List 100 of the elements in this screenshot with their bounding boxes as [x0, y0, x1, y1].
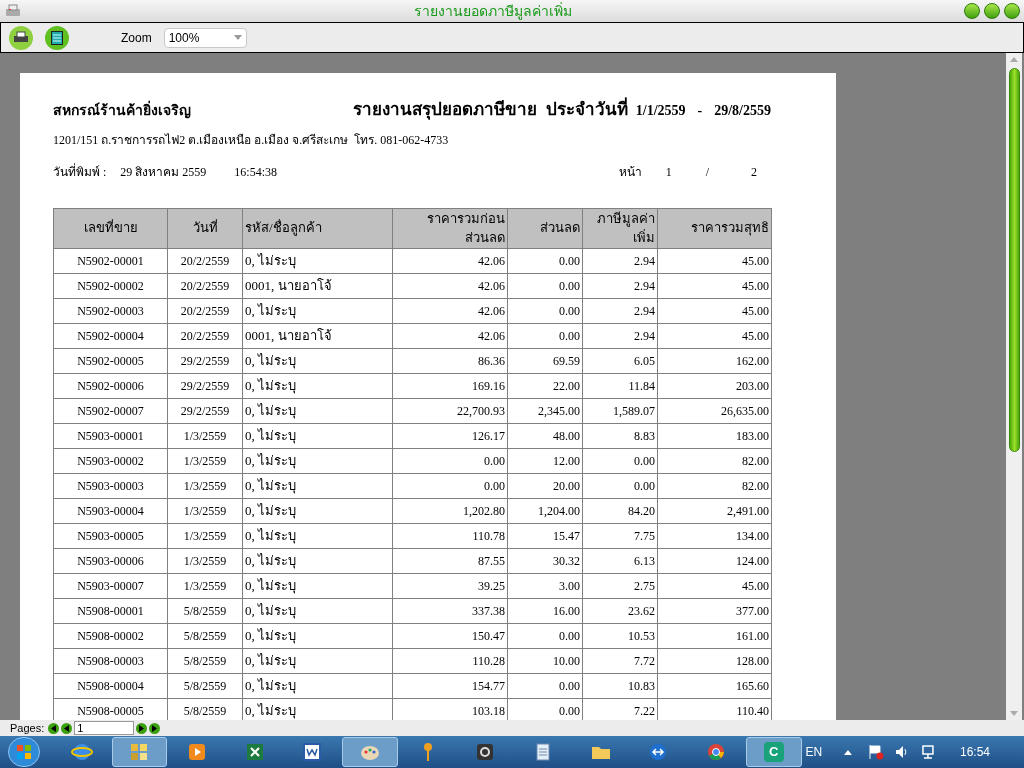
table-cell: 8.83	[582, 423, 658, 448]
table-cell: 337.38	[392, 598, 508, 623]
table-cell: 165.60	[657, 673, 772, 698]
scrollbar[interactable]	[1006, 53, 1022, 720]
table-cell: 69.59	[507, 348, 583, 373]
window-control-button[interactable]	[964, 3, 980, 19]
scroll-up-icon	[1010, 57, 1018, 62]
table-cell: N5903-00004	[53, 498, 168, 523]
up-arrow-icon[interactable]	[844, 749, 853, 755]
table-cell: 1/3/2559	[167, 523, 243, 548]
print-date-label: วันที่พิมพ์ :	[53, 162, 107, 181]
start-button[interactable]	[8, 737, 40, 767]
table-cell: 2.94	[582, 248, 658, 273]
app-icon: C	[763, 742, 784, 762]
table-cell: 0001, นายอาโจ้	[242, 273, 393, 298]
table-cell: 48.00	[507, 423, 583, 448]
table-cell: 20/2/2559	[167, 323, 243, 348]
table-cell: 0.00	[507, 248, 583, 273]
table-cell: 0, ไม่ระบุ	[242, 398, 393, 423]
table-cell: 377.00	[657, 598, 772, 623]
taskbar-app-button[interactable]: C	[745, 737, 802, 767]
table-cell: 26,635.00	[657, 398, 772, 423]
table-cell: 124.00	[657, 548, 772, 573]
page-label: หน้า	[618, 163, 642, 181]
last-page-button[interactable]	[149, 722, 161, 734]
language-indicator[interactable]: EN	[805, 743, 823, 761]
table-cell: 110.78	[392, 523, 508, 548]
network-icon[interactable]	[920, 744, 936, 760]
table-cell: 84.20	[582, 498, 658, 523]
table-cell: 134.00	[657, 523, 772, 548]
print-time: 16:54:38	[234, 163, 277, 181]
printer-icon	[13, 30, 29, 45]
clock[interactable]: 16:54	[959, 743, 990, 761]
table-cell: 1,589.07	[582, 398, 658, 423]
table-cell: 0.00	[507, 298, 583, 323]
table-cell: 10.53	[582, 623, 658, 648]
calculator-icon	[51, 30, 63, 45]
table-cell: 22.00	[507, 373, 583, 398]
calculator-button[interactable]	[45, 25, 69, 50]
table-cell: N5903-00007	[53, 573, 168, 598]
table-cell: 0001, นายอาโจ้	[242, 323, 393, 348]
table-cell: 150.47	[392, 623, 508, 648]
page-total: 2	[751, 163, 757, 181]
table-cell: 22,700.93	[392, 398, 508, 423]
table-cell: 5/8/2559	[167, 648, 243, 673]
caret-icon	[233, 35, 242, 40]
table-cell: 7.75	[582, 523, 658, 548]
previous-page-button[interactable]	[61, 722, 73, 734]
scroll-thumb[interactable]	[1008, 68, 1020, 452]
column-header: เลขที่ขาย	[53, 208, 168, 248]
table-cell: N5908-00001	[53, 598, 168, 623]
page-input[interactable]: 1	[74, 721, 135, 735]
table-cell: 20/2/2559	[167, 248, 243, 273]
table-cell: 5/8/2559	[167, 598, 243, 623]
report-title: รายงานสรุปยอดภาษีขาย ประจำวันที่	[353, 97, 628, 123]
table-cell: 183.00	[657, 423, 772, 448]
table-cell: N5902-00001	[53, 248, 168, 273]
zoom-dropdown[interactable]: 100%	[163, 27, 247, 48]
table-cell: N5902-00006	[53, 373, 168, 398]
table-cell: 20.00	[507, 473, 583, 498]
table-cell: 0, ไม่ระบุ	[242, 248, 393, 273]
table-cell: 1/3/2559	[167, 423, 243, 448]
table-cell: 39.25	[392, 573, 508, 598]
flag-icon[interactable]	[868, 744, 885, 760]
company-name: สหกรณ์ร้านค้ายิ่งเจริญ	[53, 100, 191, 121]
table-cell: 0.00	[392, 473, 508, 498]
next-page-button[interactable]	[136, 722, 148, 734]
table-cell: 2.94	[582, 273, 658, 298]
date-from: 1/1/2559	[635, 102, 686, 120]
print-button[interactable]	[9, 25, 33, 50]
table-cell: 42.06	[392, 273, 508, 298]
table-cell: 110.28	[392, 648, 508, 673]
table-cell: 10.00	[507, 648, 583, 673]
first-page-button[interactable]	[48, 722, 60, 734]
table-cell: 162.00	[657, 348, 772, 373]
column-header: ภาษีมูลค่าเพิ่ม	[582, 208, 658, 248]
window-control-button[interactable]	[984, 3, 1000, 19]
table-cell: 1/3/2559	[167, 448, 243, 473]
table-cell: 16.00	[507, 598, 583, 623]
table-cell: 0, ไม่ระบุ	[242, 573, 393, 598]
table-cell: 45.00	[657, 273, 772, 298]
table-cell: 2.94	[582, 323, 658, 348]
taskbar-app-button[interactable]	[111, 737, 168, 767]
table-cell: 2.75	[582, 573, 658, 598]
table-cell: N5902-00003	[53, 298, 168, 323]
table-cell: 0, ไม่ระบุ	[242, 548, 393, 573]
play-icon	[186, 741, 208, 763]
table-cell: 0, ไม่ระบุ	[242, 523, 393, 548]
table-cell: 42.06	[392, 298, 508, 323]
table-cell: 0.00	[582, 473, 658, 498]
table-cell: 0, ไม่ระบุ	[242, 623, 393, 648]
table-cell: 5/8/2559	[167, 673, 243, 698]
window-control-button[interactable]	[1004, 3, 1020, 19]
table-cell: N5903-00001	[53, 423, 168, 448]
table-cell: 0, ไม่ระบุ	[242, 648, 393, 673]
print-date: 29 สิงหาคม 2559	[120, 163, 207, 181]
table-cell: 6.05	[582, 348, 658, 373]
column-header: ราคารวมก่อนส่วนลด	[392, 208, 508, 248]
table-cell: 2.94	[582, 298, 658, 323]
table-cell: N5908-00004	[53, 673, 168, 698]
